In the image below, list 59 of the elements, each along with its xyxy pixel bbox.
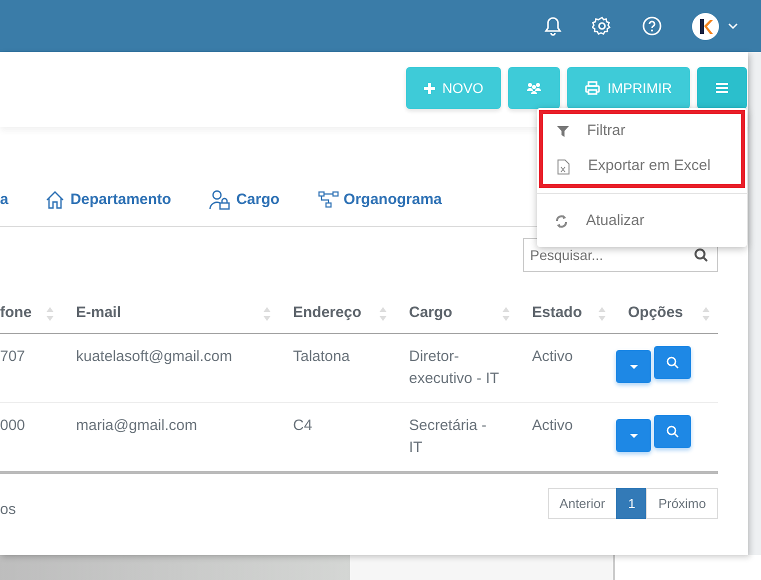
table-cell: Secretária - IT: [409, 416, 487, 456]
table-cell: Activo: [532, 348, 573, 364]
page-button[interactable]: 1: [616, 488, 648, 520]
column-header[interactable]: E-mail: [76, 304, 122, 321]
spreadsheet-file-icon: [557, 158, 570, 174]
table-cell: C4: [293, 416, 312, 434]
column-header[interactable]: Cargo: [409, 304, 452, 321]
search-icon[interactable]: [694, 248, 708, 262]
chevron-down-icon[interactable]: [727, 22, 739, 30]
sort-icon[interactable]: [702, 306, 710, 322]
user-lock-icon: [209, 190, 232, 210]
plus-icon: [424, 82, 436, 94]
refresh-icon: [555, 214, 568, 229]
help-icon[interactable]: [642, 16, 662, 36]
sort-icon[interactable]: [263, 306, 271, 322]
menu-item[interactable]: Atualizar: [537, 204, 747, 239]
column-header[interactable]: fone: [0, 304, 32, 321]
notification-bell-icon[interactable]: [544, 16, 562, 36]
table-cell: 707: [0, 348, 26, 364]
sort-icon[interactable]: [379, 306, 387, 322]
house-icon: [45, 190, 66, 210]
people-group-icon: [526, 82, 542, 94]
search-icon: [666, 356, 679, 368]
tab-link[interactable]: Departamento: [45, 189, 172, 212]
dropdown-button[interactable]: [616, 419, 651, 452]
sort-icon[interactable]: [598, 306, 606, 322]
settings-icon[interactable]: [592, 16, 612, 36]
page-button[interactable]: Próximo: [646, 488, 718, 520]
caret-icon: [630, 364, 638, 368]
tab-link[interactable]: Cargo: [209, 189, 280, 212]
search-icon: [666, 424, 679, 438]
table-cell: Talatona: [293, 348, 350, 364]
sort-icon[interactable]: [502, 306, 510, 322]
sort-icon[interactable]: [46, 306, 54, 322]
table-info-text: os: [0, 500, 16, 520]
table-cell: Activo: [532, 416, 573, 434]
group-button[interactable]: [508, 67, 560, 109]
avatar-logo-icon[interactable]: [692, 12, 719, 40]
menu-button[interactable]: [697, 67, 747, 109]
menu-icon: [716, 83, 728, 93]
dropdown-button[interactable]: [616, 350, 651, 383]
hierarchy-icon: [318, 191, 339, 210]
search-button[interactable]: [654, 346, 691, 378]
table-cell: kuatelasoft@gmail.com: [76, 348, 232, 364]
tab-link[interactable]: Organograma: [318, 189, 442, 212]
printer-icon: [585, 81, 600, 95]
table-cell: Diretor-executivo - IT: [409, 348, 500, 386]
table-cell: maria@gmail.com: [76, 416, 198, 434]
table-cell: 000: [0, 416, 26, 434]
menu-item[interactable]: Filtrar: [543, 114, 741, 149]
search-button[interactable]: [654, 414, 691, 448]
page-button[interactable]: Anterior: [548, 488, 618, 520]
funnel-icon: [557, 126, 569, 137]
column-header[interactable]: Estado: [532, 304, 582, 321]
menu-item[interactable]: Exportar em Excel: [543, 149, 741, 184]
caret-icon: [630, 434, 638, 438]
column-header[interactable]: Endereço: [293, 304, 362, 321]
column-header[interactable]: Opções: [628, 304, 684, 321]
tab-link[interactable]: a: [0, 189, 8, 212]
